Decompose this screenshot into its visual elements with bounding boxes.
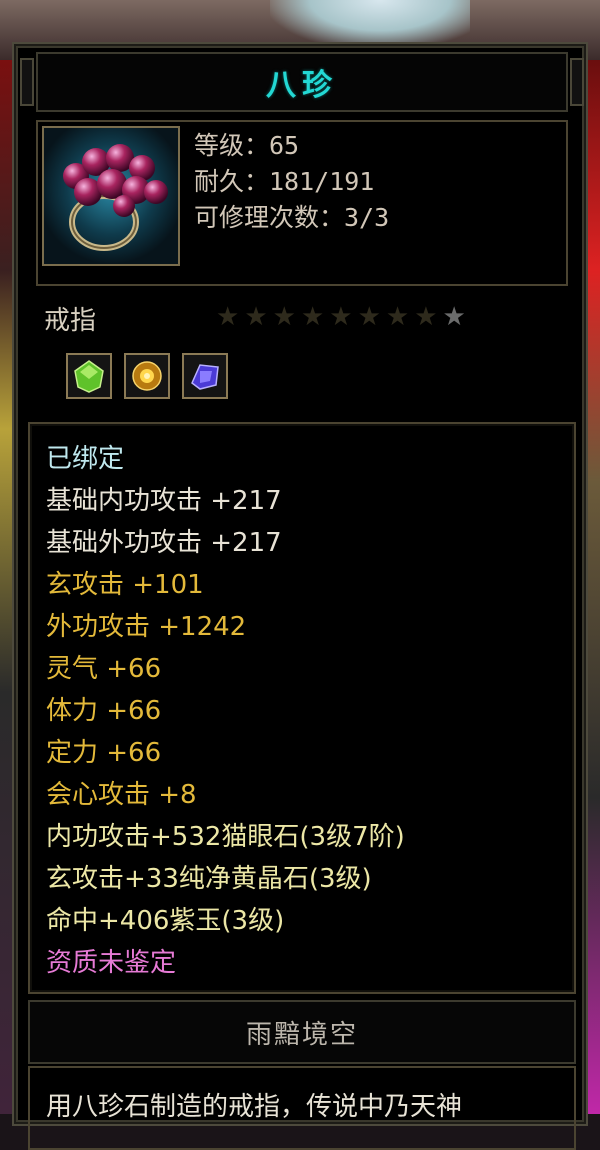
star-icon: ★ [414,302,438,332]
attribute-line: 外功攻击 +1242 [46,612,247,642]
item-description-panel: 用八珍石制造的戒指，传说中乃天神 [28,1066,576,1150]
attribute-line: 定力 +66 [46,738,162,768]
title-bar-cap-right [570,58,584,106]
item-durability: 耐久：181/191 [194,167,375,196]
attribute-line: 体力 +66 [46,696,162,726]
attribute-line: 玄攻击+33纯净黄晶石(3级) [46,864,372,894]
item-set-name: 雨黯境空 [245,1019,358,1050]
item-header: 等级：65 耐久：181/191 可修理次数：3/3 [36,120,568,286]
star-icon: ★ [357,302,381,332]
star-icon: ★ [329,302,353,332]
gem-slots [66,353,228,399]
star-rating: ★ ★ ★ ★ ★ ★ ★ ★ ★ [216,302,466,332]
attribute-line: 命中+406紫玉(3级) [46,906,285,936]
attribute-list: 已绑定基础内功攻击 +217 基础外功攻击 +217 玄攻击 +101 外功攻击 +1… [46,438,405,984]
attribute-line: 灵气 +66 [46,654,162,684]
item-name: 八珍 [266,68,338,103]
star-icon: ★ [244,302,268,332]
green-gem-icon [66,353,112,399]
star-icon: ★ [272,302,296,332]
item-type-row: 戒指 ★ ★ ★ ★ ★ ★ ★ ★ ★ [44,294,564,344]
star-icon-lit: ★ [442,302,466,332]
item-type: 戒指 [44,306,97,336]
item-level: 等级：65 [194,131,300,160]
amber-gem-icon [124,353,170,399]
attribute-line: 基础内功攻击 +217 [46,486,282,516]
item-tooltip: 八珍 等级：65 耐久：181/191 可修理次数：3/3 戒指 ★ ★ ★ ★… [12,42,588,1150]
character-figure [270,0,470,48]
attribute-line: 会心攻击 +8 [46,780,197,810]
item-description: 用八珍石制造的戒指，传说中乃天神 [46,1092,463,1122]
attribute-line: 内功攻击+532猫眼石(3级7阶) [46,822,405,852]
attribute-line: 玄攻击 +101 [46,570,204,600]
attribute-line: 已绑定 [46,444,125,474]
item-repair-count: 可修理次数：3/3 [194,203,390,232]
item-set-bar: 雨黯境空 [28,1000,576,1064]
attribute-panel: 已绑定基础内功攻击 +217 基础外功攻击 +217 玄攻击 +101 外功攻击 +1… [28,422,576,994]
star-icon: ★ [385,302,410,332]
item-base-stats: 等级：65 耐久：181/191 可修理次数：3/3 [194,128,389,236]
star-icon: ★ [300,302,325,332]
item-title-bar: 八珍 [20,52,584,112]
star-icon: ★ [216,302,240,332]
purple-gem-icon [182,353,228,399]
ring-icon [42,126,180,266]
title-bar-cap-left [20,58,34,106]
attribute-line: 资质未鉴定 [46,948,177,978]
attribute-line: 基础外功攻击 +217 [46,528,282,558]
